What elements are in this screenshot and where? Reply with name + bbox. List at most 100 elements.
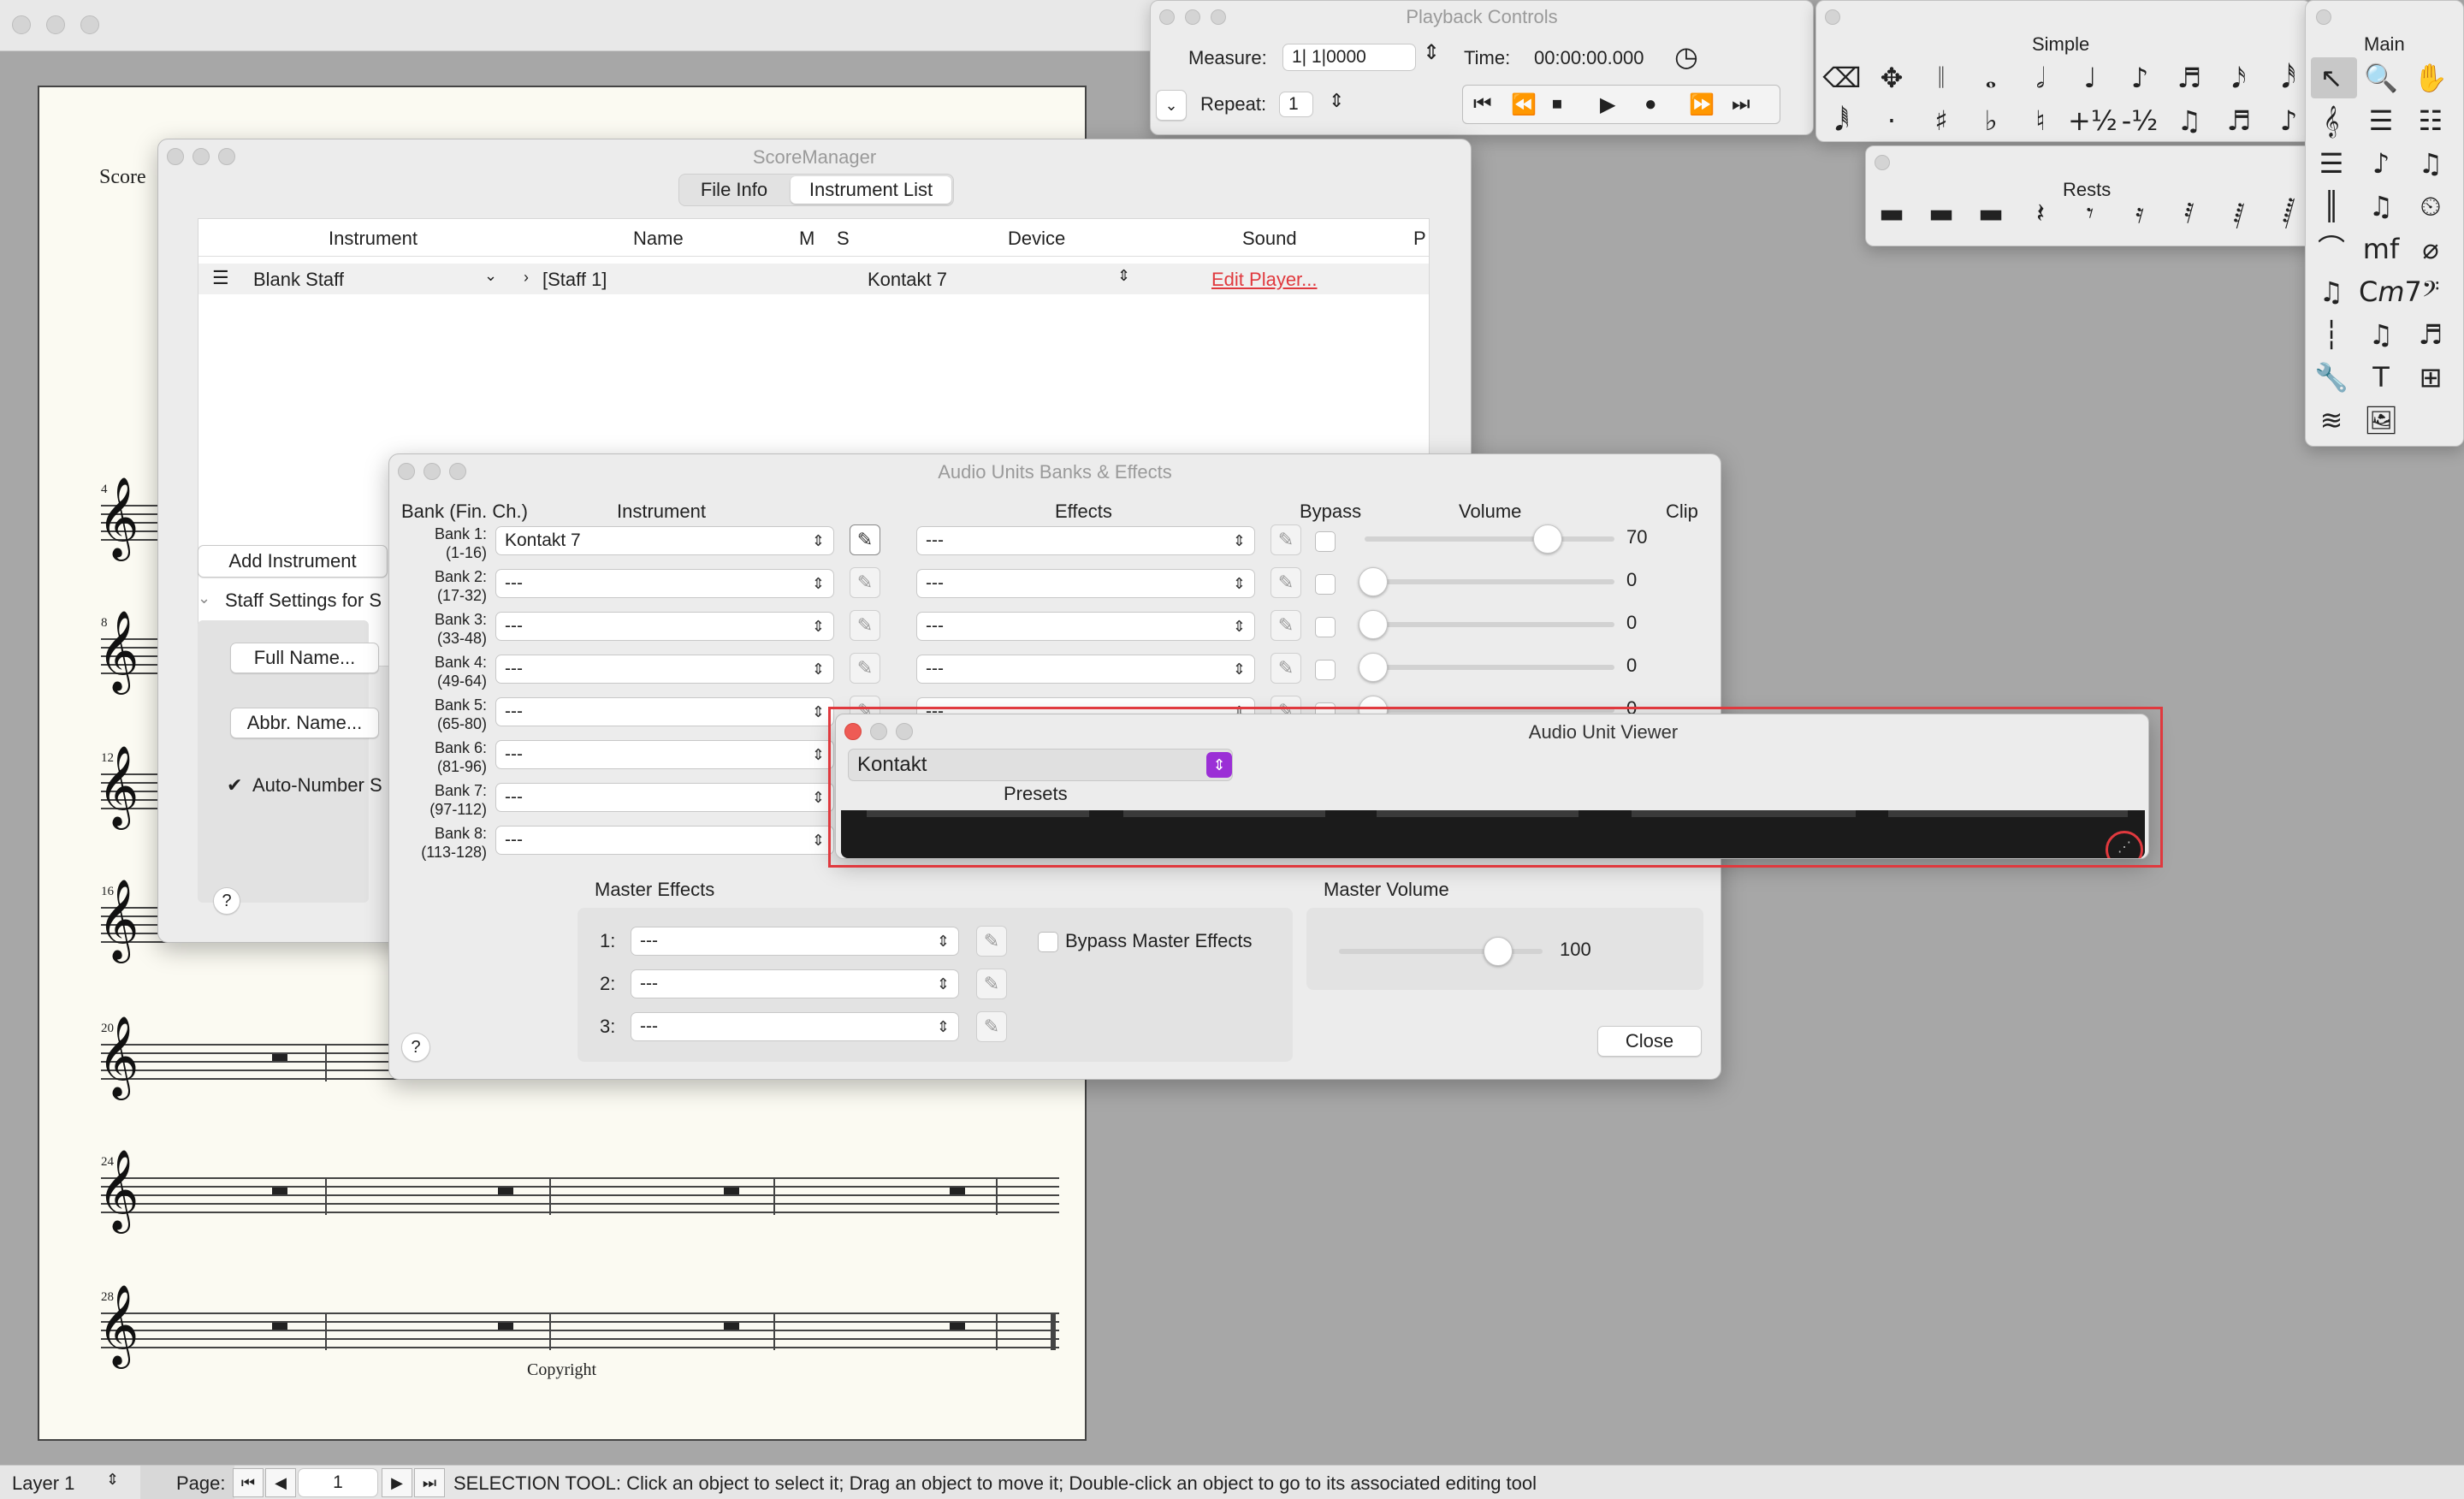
bypass-checkbox[interactable] [1315, 531, 1336, 552]
edit-pencil-icon[interactable]: ✎ [850, 524, 880, 555]
rest-tool-icon[interactable]: 𝅁 [2217, 194, 2261, 232]
main-tool-icon[interactable]: 𝄞 [2309, 102, 2354, 139]
rest-tool-icon[interactable]: 𝄽 [2018, 194, 2063, 232]
main-tool-icon[interactable]: ✋ [2408, 59, 2453, 97]
volume-track[interactable] [1365, 536, 1614, 542]
simple-tool-icon[interactable]: -½ [2118, 102, 2162, 139]
rest-tool-icon[interactable]: 𝄾 [2068, 194, 2112, 232]
edit-pencil-icon[interactable]: ✎ [1270, 567, 1301, 598]
edit-pencil-icon[interactable]: ✎ [850, 567, 880, 598]
help-button[interactable]: ? [401, 1033, 430, 1062]
col-s[interactable]: S [837, 228, 850, 250]
plugin-select[interactable]: Kontakt ⇕ [848, 749, 1233, 781]
main-tool-icon[interactable]: ♫ [2359, 187, 2403, 225]
bypass-checkbox[interactable] [1315, 574, 1336, 595]
first-page-icon[interactable]: ⏮ [233, 1468, 264, 1497]
row-device[interactable]: Kontakt 7 [868, 269, 947, 291]
simple-tool-icon[interactable]: · [1869, 102, 1914, 139]
simple-tool-icon[interactable]: ♩ [2068, 59, 2112, 97]
whole-rest[interactable] [272, 1188, 287, 1194]
edit-pencil-icon[interactable]: ✎ [976, 926, 1007, 957]
chevron-right-icon[interactable]: › [524, 269, 529, 287]
col-m[interactable]: M [799, 228, 814, 250]
main-tool-icon[interactable]: ⌒ [2309, 230, 2354, 268]
volume-track[interactable] [1365, 665, 1614, 670]
record-icon[interactable]: ● [1644, 92, 1657, 116]
measure-stepper[interactable]: ⇕ [1423, 40, 1440, 65]
simple-tool-icon[interactable]: 𝅘𝅥𝅯 [2217, 59, 2261, 97]
whole-rest[interactable] [950, 1323, 965, 1330]
bank-instrument-select[interactable]: --- ⇕ [495, 569, 834, 598]
simple-tool-icon[interactable]: ♫ [2167, 102, 2212, 139]
expand-button[interactable]: ⌄ [1156, 90, 1187, 121]
main-tool-icon[interactable]: ♪ [2359, 145, 2403, 182]
bank-instrument-select[interactable]: --- ⇕ [495, 783, 834, 812]
main-tool-icon[interactable]: 🔧 [2309, 358, 2354, 396]
volume-slider[interactable] [1359, 610, 1388, 639]
table-row[interactable]: ☰ Blank Staff ⌄ › [Staff 1] Kontakt 7 ⇕ … [198, 264, 1429, 294]
main-tool-icon[interactable]: ☷ [2408, 102, 2453, 139]
clock-icon[interactable]: ◷ [1674, 40, 1698, 73]
main-tool-icon[interactable]: 𝄢 [2408, 273, 2453, 311]
volume-track[interactable] [1365, 622, 1614, 627]
simple-tool-icon[interactable]: 𝅘𝅥𝅱 [1820, 102, 1864, 139]
main-tool-icon[interactable]: 🖼 [2359, 401, 2403, 439]
rest-tool-icon[interactable]: ▬ [1969, 194, 2013, 232]
volume-track[interactable] [1365, 708, 1614, 713]
skip-to-end-icon[interactable]: ⏭ [1732, 92, 1750, 116]
master-effect-select[interactable]: --- ⇕ [631, 1012, 959, 1041]
edit-player-link[interactable]: Edit Player... [1211, 269, 1318, 291]
bank-effect-select[interactable]: --- ⇕ [916, 612, 1255, 641]
bank-instrument-select[interactable]: --- ⇕ [495, 740, 834, 769]
col-sound[interactable]: Sound [1242, 228, 1297, 250]
edit-pencil-icon[interactable]: ✎ [1270, 653, 1301, 684]
minimize-window-button[interactable] [46, 15, 65, 34]
bank-instrument-select[interactable]: --- ⇕ [495, 697, 834, 726]
fast-forward-icon[interactable]: ⏩ [1689, 92, 1715, 117]
master-effect-select[interactable]: --- ⇕ [631, 969, 959, 998]
simple-tool-icon[interactable]: ⌫ [1820, 59, 1864, 97]
device-stepper[interactable]: ⇕ [1117, 267, 1130, 285]
main-tool-icon[interactable]: ≋ [2309, 401, 2354, 439]
volume-track[interactable] [1365, 579, 1614, 584]
presets-label[interactable]: Presets [1004, 783, 1068, 805]
abbr-name-button[interactable]: Abbr. Name... [230, 708, 379, 738]
main-tool-icon[interactable]: ┆ [2309, 316, 2354, 353]
whole-rest[interactable] [950, 1188, 965, 1194]
layer-stepper[interactable]: ⇕ [106, 1471, 119, 1489]
col-instrument[interactable]: Instrument [329, 228, 418, 250]
simple-tool-icon[interactable]: ✥ [1869, 59, 1914, 97]
simple-tool-icon[interactable]: ♪ [2118, 59, 2162, 97]
close-window-button[interactable] [12, 15, 31, 34]
simple-tool-icon[interactable]: ♭ [1969, 102, 2013, 139]
bypass-checkbox[interactable] [1315, 617, 1336, 637]
bank-instrument-select[interactable]: --- ⇕ [495, 826, 834, 855]
rest-tool-icon[interactable]: ▬ [1919, 194, 1964, 232]
repeat-stepper[interactable]: ⇕ [1329, 90, 1344, 112]
staff[interactable] [101, 1177, 1059, 1215]
col-name[interactable]: Name [633, 228, 684, 250]
bank-instrument-select[interactable]: --- ⇕ [495, 655, 834, 684]
full-name-button[interactable]: Full Name... [230, 643, 379, 673]
col-device[interactable]: Device [1008, 228, 1065, 250]
bypass-checkbox[interactable] [1315, 660, 1336, 680]
staff[interactable] [101, 1312, 1059, 1350]
main-tool-icon[interactable]: ⏲ [2408, 187, 2453, 225]
chevron-down-icon[interactable]: ⌄ [484, 267, 497, 285]
stop-icon[interactable]: ⏹ [1552, 92, 1562, 116]
bank-instrument-select[interactable]: --- ⇕ [495, 612, 834, 641]
rest-tool-icon[interactable]: 𝅀 [2167, 194, 2212, 232]
simple-tool-icon[interactable]: ♬ [2217, 102, 2261, 139]
main-tool-icon[interactable]: ⊞ [2408, 358, 2453, 396]
whole-rest[interactable] [272, 1054, 287, 1061]
page-field[interactable]: 1 [298, 1468, 378, 1497]
whole-rest[interactable] [498, 1323, 513, 1330]
main-tool-icon[interactable]: C𝘮7 [2359, 273, 2422, 311]
volume-slider[interactable] [1359, 567, 1388, 596]
prev-page-icon[interactable]: ◀ [265, 1468, 296, 1497]
layer-select[interactable]: Layer 1 [12, 1472, 74, 1495]
bypass-master-checkbox[interactable] [1038, 932, 1058, 952]
close-button[interactable]: Close [1597, 1026, 1702, 1057]
simple-tool-icon[interactable]: 𝅝 [1969, 59, 2013, 97]
main-tool-icon[interactable]: ♫ [2309, 273, 2354, 311]
